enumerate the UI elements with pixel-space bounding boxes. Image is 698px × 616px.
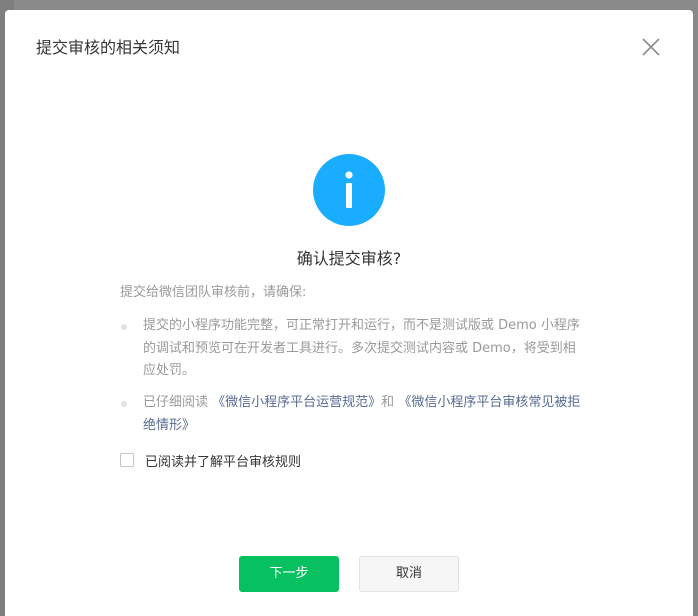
- operation-rules-link[interactable]: 《微信小程序平台运营规范》: [212, 395, 381, 410]
- next-button[interactable]: 下一步: [239, 556, 339, 592]
- and-text: 和: [381, 395, 395, 410]
- info-icon: [313, 154, 385, 226]
- bullet-dot-icon: [121, 401, 127, 407]
- confirm-title: 确认提交审核?: [296, 249, 402, 268]
- requirement-text: 已仔细阅读 《微信小程序平台运营规范》和 《微信小程序平台审核常见被拒绝情形》: [143, 392, 583, 437]
- requirement-item: 已仔细阅读 《微信小程序平台运营规范》和 《微信小程序平台审核常见被拒绝情形》: [120, 392, 590, 437]
- submit-review-dialog: 提交审核的相关须知 确认提交审核? 提交给微信团队审核前，请确保: 提交的小程序…: [5, 10, 693, 616]
- cancel-button[interactable]: 取消: [359, 556, 459, 592]
- requirement-item: 提交的小程序功能完整，可正常打开和运行，而不是测试版或 Demo 小程序的调试和…: [120, 315, 590, 383]
- dialog-title: 提交审核的相关须知: [36, 38, 181, 57]
- agree-label: 已阅读并了解平台审核规则: [145, 454, 302, 470]
- bullet-dot-icon: [121, 324, 127, 330]
- agree-checkbox[interactable]: [120, 453, 134, 467]
- requirement-text: 提交的小程序功能完整，可正常打开和运行，而不是测试版或 Demo 小程序的调试和…: [143, 318, 580, 378]
- intro-text: 提交给微信团队审核前，请确保:: [120, 285, 307, 300]
- read-prefix: 已仔细阅读: [143, 395, 209, 410]
- close-icon[interactable]: [640, 36, 662, 58]
- agree-checkbox-row[interactable]: 已阅读并了解平台审核规则: [120, 450, 301, 470]
